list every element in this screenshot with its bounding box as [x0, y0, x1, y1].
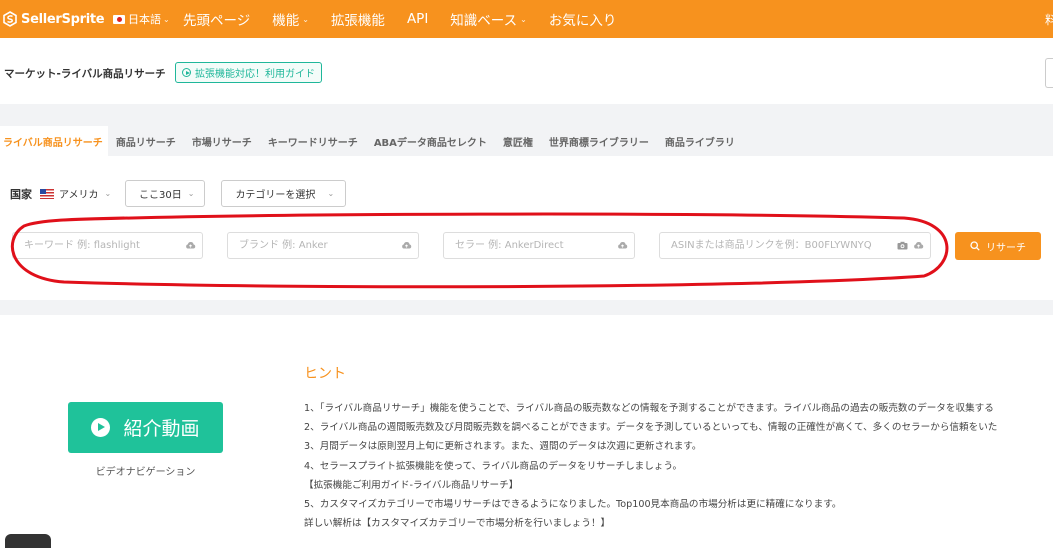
- category-select[interactable]: カテゴリーを選択 ⌄: [221, 180, 347, 207]
- research-button[interactable]: リサーチ: [955, 232, 1041, 260]
- cloud-upload-icon[interactable]: [401, 241, 412, 249]
- hint-line: 1、「ライバル商品リサーチ」機能を使うことで、ライバル商品の販売数などの情報を予…: [304, 403, 994, 414]
- page-header: マーケット-ライバル商品リサーチ 拡張機能対応！利用ガイド: [0, 38, 1053, 104]
- country-value: アメリカ: [59, 190, 99, 201]
- chat-widget-tab[interactable]: [5, 534, 51, 548]
- nav-extension[interactable]: 拡張機能: [331, 9, 385, 29]
- brand-input[interactable]: [239, 233, 399, 258]
- keyword-input[interactable]: [24, 233, 183, 258]
- cloud-upload-icon[interactable]: [617, 241, 628, 249]
- asin-input[interactable]: [671, 233, 897, 258]
- section-divider: [0, 300, 1053, 315]
- chevron-down-icon: ⌄: [104, 189, 112, 198]
- filter-row: 国家 アメリカ ⌄ ここ30日 ⌄ カテゴリーを選択 ⌄: [10, 180, 362, 207]
- country-label: 国家: [10, 187, 32, 201]
- nav-label: お気に入り: [548, 13, 617, 29]
- chevron-down-icon: ⌄: [520, 14, 527, 24]
- tab-aba-product-select[interactable]: ABAデータ商品セレクト: [366, 126, 495, 156]
- camera-icon[interactable]: [897, 241, 908, 250]
- hint-line: 3、月間データは原則翌月上旬に更新されます。また、週間のデータは次週に更新されま…: [304, 441, 702, 453]
- hint-line: 4、セラースプライト拡張機能を使って、ライバル商品のデータをリサーチしましょう。: [304, 460, 683, 472]
- header-right-control[interactable]: [1045, 58, 1053, 88]
- hint-list: 1、「ライバル商品リサーチ」機能を使うことで、ライバル商品の販売数などの情報を予…: [304, 399, 1053, 533]
- tab-trademark-library[interactable]: 世界商標ライブラリー: [541, 126, 657, 156]
- seller-input[interactable]: [455, 233, 615, 258]
- video-button-label: 紹介動画: [123, 418, 200, 440]
- nav-label: API: [406, 11, 429, 27]
- nav-pricing-partial[interactable]: 料: [1045, 11, 1053, 28]
- language-selector[interactable]: 日本語 ⌄: [113, 11, 183, 27]
- tab-product-library[interactable]: 商品ライブラリ: [657, 126, 743, 156]
- search-panel: 国家 アメリカ ⌄ ここ30日 ⌄ カテゴリーを選択 ⌄ キーワード 例: fl…: [0, 156, 1053, 300]
- period-value: ここ30日: [139, 190, 182, 201]
- japan-flag-icon: [113, 14, 125, 24]
- play-icon: [91, 418, 111, 437]
- brand-field[interactable]: [227, 232, 419, 259]
- brand-logo[interactable]: SellerSprite: [2, 11, 110, 27]
- intro-section: 紹介動画 ビデオナビゲーション ヒント 1、「ライバル商品リサーチ」機能を使うこ…: [0, 315, 1053, 544]
- nav-features[interactable]: 機能 ⌄: [272, 9, 309, 29]
- search-icon: [970, 241, 980, 251]
- asin-field[interactable]: [659, 232, 931, 259]
- cloud-upload-icon[interactable]: [185, 241, 196, 249]
- chevron-down-icon: ⌄: [302, 14, 309, 24]
- country-select[interactable]: アメリカ ⌄: [40, 186, 125, 201]
- hint-analysis-link[interactable]: 詳しい解析は【カスタマイズカテゴリーで市場分析を行いましょう！】: [304, 514, 1053, 533]
- play-icon: [182, 68, 191, 77]
- nav-knowledge-base[interactable]: 知識ベース ⌄: [450, 9, 527, 29]
- tab-design-rights[interactable]: 意匠権: [495, 126, 541, 156]
- keyword-field[interactable]: [12, 232, 203, 259]
- cloud-upload-icon[interactable]: [913, 241, 924, 249]
- nav-label: 先頭ページ: [183, 13, 251, 29]
- period-select[interactable]: ここ30日 ⌄: [125, 180, 206, 207]
- section-divider: [0, 104, 1053, 126]
- nav-label: 知識ベース: [450, 13, 518, 29]
- language-label: 日本語: [128, 13, 161, 26]
- tab-product-research[interactable]: 商品リサーチ: [108, 126, 184, 156]
- category-value: カテゴリーを選択: [235, 190, 316, 201]
- nav-label: 拡張機能: [330, 13, 385, 29]
- top-navbar: SellerSprite 日本語 ⌄ 先頭ページ 機能 ⌄ 拡張機能 API 知識…: [0, 0, 1053, 38]
- nav-label: 機能: [272, 13, 300, 29]
- tab-competitor-research[interactable]: ライバル商品リサーチ: [0, 126, 108, 156]
- chevron-down-icon: ⌄: [327, 189, 335, 198]
- chevron-down-icon: ⌄: [163, 14, 170, 24]
- extension-guide-button[interactable]: 拡張機能対応！利用ガイド: [175, 62, 322, 83]
- hint-title: ヒント: [304, 366, 346, 382]
- seller-field[interactable]: [443, 232, 635, 259]
- hint-line: 2、ライバル商品の週間販売数及び月間販売数を調べることができます。データを予測し…: [304, 422, 998, 434]
- chevron-down-icon: ⌄: [187, 189, 195, 198]
- nav-home[interactable]: 先頭ページ: [183, 9, 250, 29]
- tab-keyword-research[interactable]: キーワードリサーチ: [260, 126, 366, 156]
- hint-guide-link[interactable]: 【拡張機能ご利用ガイド-ライバル商品リサーチ】: [304, 476, 1053, 495]
- intro-video-button[interactable]: 紹介動画: [68, 402, 223, 453]
- tab-market-research[interactable]: 市場リサーチ: [184, 126, 260, 156]
- guide-button-label: 拡張機能対応！利用ガイド: [195, 69, 315, 80]
- nav-api[interactable]: API: [407, 11, 428, 27]
- brand-name: SellerSprite: [21, 11, 105, 27]
- sellersprite-logo-icon: [3, 11, 17, 27]
- us-flag-icon: [40, 188, 54, 199]
- research-button-label: リサーチ: [986, 242, 1026, 254]
- search-row: リサーチ: [0, 232, 1053, 262]
- page-title: マーケット-ライバル商品リサーチ: [4, 68, 166, 80]
- hint-line: 5、カスタマイズカテゴリーで市場リサーチはできるようになりました。Top100見…: [304, 498, 842, 510]
- nav-favorites[interactable]: お気に入り: [549, 9, 617, 29]
- feature-tabs: ライバル商品リサーチ 商品リサーチ 市場リサーチ キーワードリサーチ ABAデー…: [0, 126, 1053, 156]
- video-caption: ビデオナビゲーション: [95, 467, 196, 478]
